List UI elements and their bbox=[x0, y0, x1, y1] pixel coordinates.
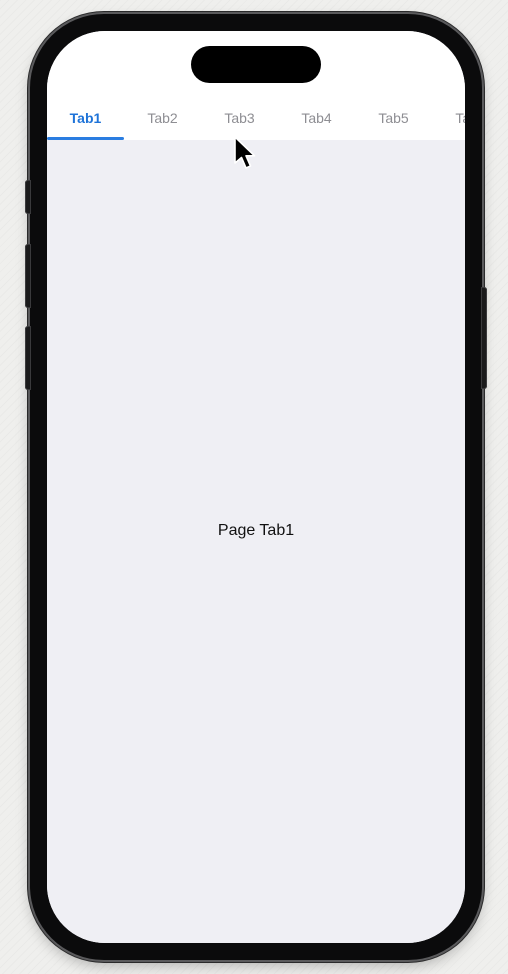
tab-1[interactable]: Tab1 bbox=[47, 103, 124, 140]
tab-5[interactable]: Tab5 bbox=[355, 103, 432, 140]
page-title: Page Tab1 bbox=[217, 522, 295, 539]
mouse-pointer-icon bbox=[234, 136, 256, 169]
tab-4[interactable]: Tab4 bbox=[278, 103, 355, 140]
action-button bbox=[25, 180, 31, 214]
dynamic-island bbox=[191, 46, 321, 83]
tab-bar: Tab1 Tab2 Tab3 Tab4 Tab5 Tab6 bbox=[47, 103, 465, 140]
volume-down-button bbox=[25, 326, 31, 390]
tab-2-label: Tab2 bbox=[147, 110, 178, 126]
tab-3[interactable]: Tab3 bbox=[201, 103, 278, 140]
tab-2[interactable]: Tab2 bbox=[124, 103, 201, 140]
page-content: Page Tab1 bbox=[47, 140, 465, 943]
tab-6[interactable]: Tab6 bbox=[432, 103, 465, 140]
volume-up-button bbox=[25, 244, 31, 308]
tab-5-label: Tab5 bbox=[378, 110, 409, 126]
power-button bbox=[481, 287, 487, 389]
tab-1-label: Tab1 bbox=[69, 110, 102, 126]
tab-6-label: Tab6 bbox=[455, 110, 465, 126]
tab-3-label: Tab3 bbox=[224, 110, 255, 126]
tab-4-label: Tab4 bbox=[301, 110, 332, 126]
